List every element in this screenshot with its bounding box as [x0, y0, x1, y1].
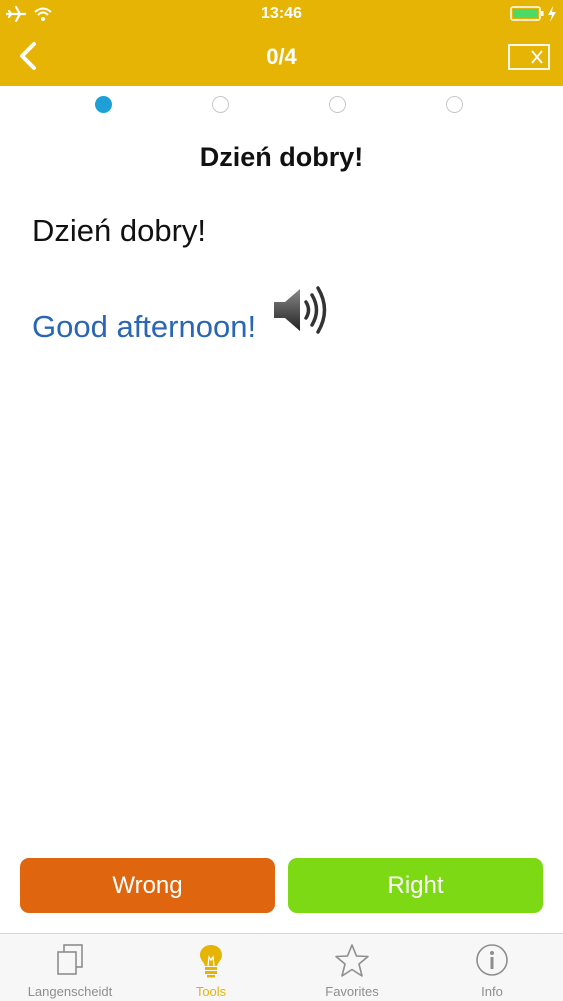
book-icon [57, 944, 83, 975]
progress-dot [446, 96, 463, 113]
status-time: 13:46 [261, 5, 302, 22]
tab-label: Langenscheidt [27, 984, 113, 999]
speaker-icon[interactable] [272, 283, 332, 337]
card-title: Dzień dobry! [199, 142, 364, 172]
source-phrase: Dzień dobry! [32, 213, 207, 248]
close-button[interactable] [508, 44, 550, 70]
tab-label: Favorites [325, 984, 379, 999]
star-icon [335, 944, 369, 977]
charging-bolt-icon [548, 6, 556, 22]
status-bar: 13:46 [0, 0, 563, 28]
progress-dots [0, 94, 563, 116]
tab-langenscheidt[interactable]: Langenscheidt [0, 934, 140, 1001]
tab-bar: Langenscheidt Tools Favorites Info [0, 933, 563, 1001]
progress-dot [212, 96, 229, 113]
tab-label: Info [481, 984, 503, 999]
battery-icon [510, 6, 544, 21]
lightbulb-icon [200, 945, 222, 978]
progress-dot [95, 96, 112, 113]
tab-tools[interactable]: Tools [141, 934, 281, 1001]
tab-label: Tools [195, 984, 227, 999]
tab-info[interactable]: Info [422, 934, 562, 1001]
wrong-button[interactable]: Wrong [20, 858, 275, 913]
right-button[interactable]: Right [288, 858, 543, 913]
progress-counter: 0/4 [266, 44, 297, 69]
progress-dot [329, 96, 346, 113]
tab-favorites[interactable]: Favorites [282, 934, 422, 1001]
info-icon [476, 944, 508, 976]
header-bar: 13:46 0/4 [0, 0, 563, 86]
translation-phrase: Good afternoon! [32, 309, 257, 344]
